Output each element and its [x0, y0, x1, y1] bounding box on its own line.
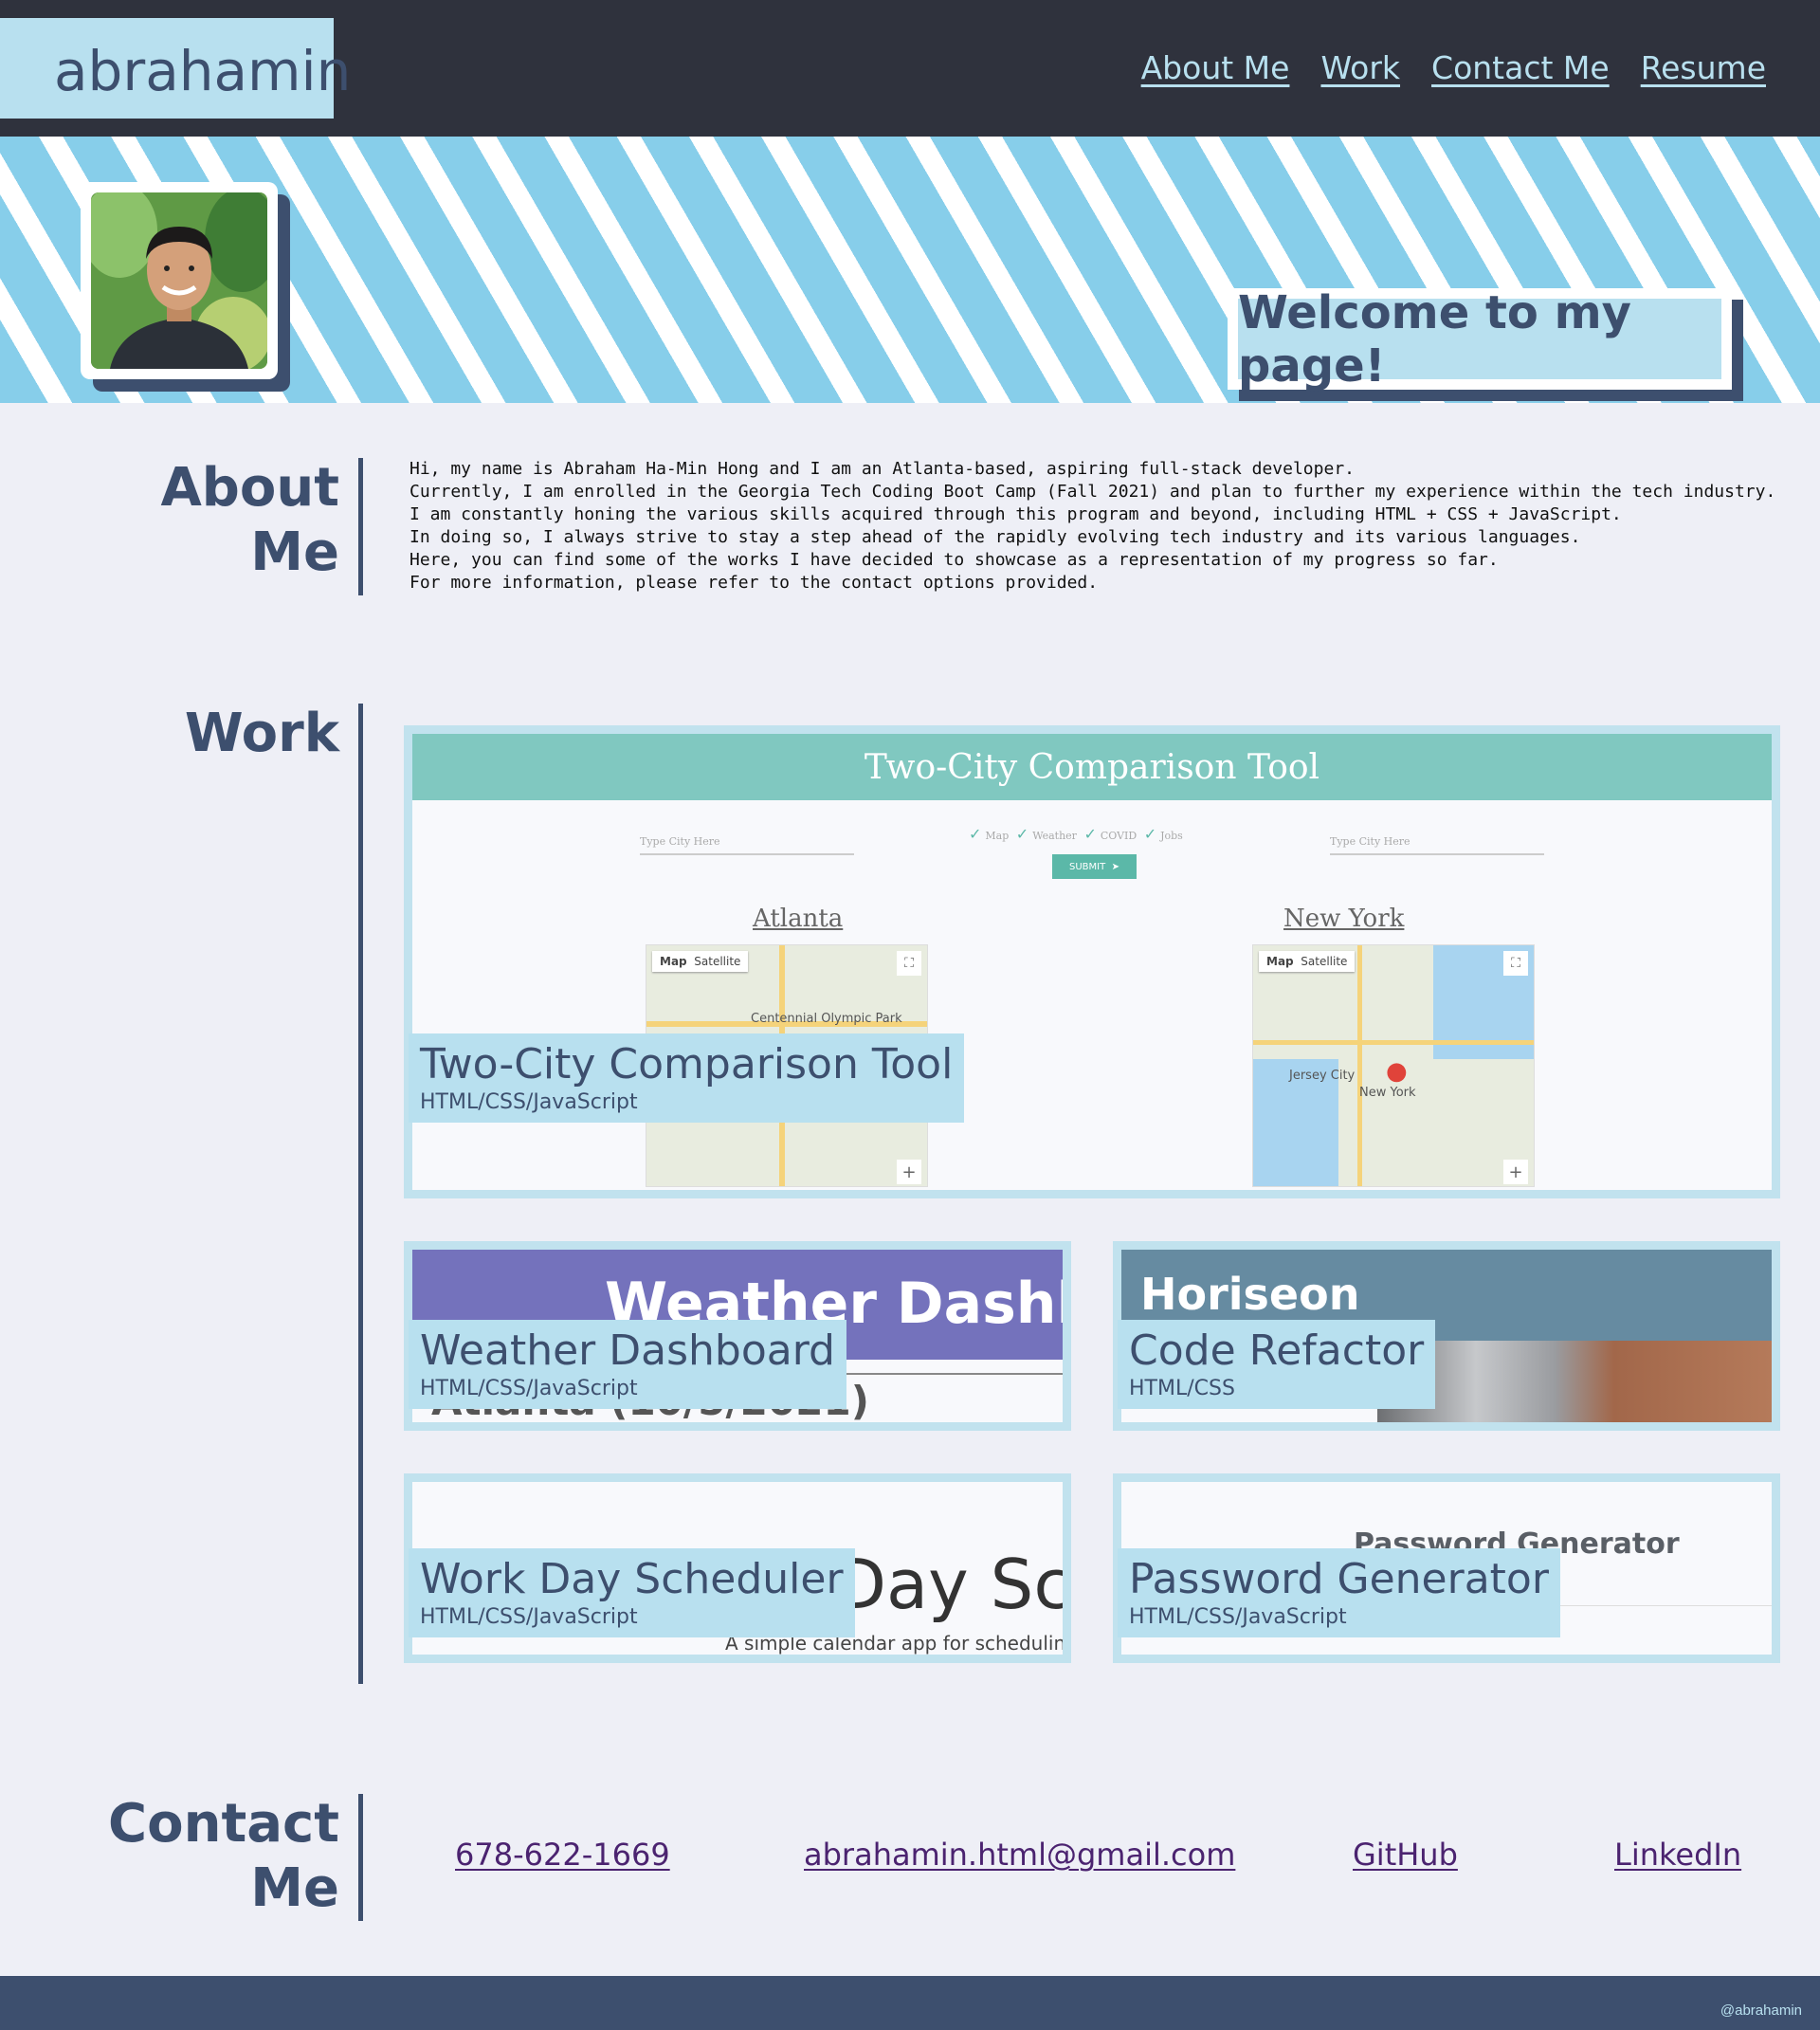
avatar — [91, 192, 267, 369]
contact-divider — [358, 1794, 363, 1921]
welcome-frame: Welcome to my page! — [1228, 286, 1732, 393]
project-card-code-refactor[interactable]: Horiseon Code Refactor HTML/CSS — [1113, 1241, 1780, 1431]
preview-city-right: New York — [1283, 905, 1405, 933]
profile-photo — [91, 192, 267, 369]
project-tech: HTML/CSS/JavaScript — [420, 1090, 638, 1114]
preview-checks: ✓ Map ✓ Weather ✓ COVID ✓ Jobs — [965, 825, 1183, 843]
check-label: Map — [985, 830, 1010, 842]
nav-links: About Me Work Contact Me Resume — [1141, 49, 1766, 86]
about-line: I am constantly honing the various skill… — [410, 504, 1622, 524]
nav-link-resume[interactable]: Resume — [1641, 49, 1766, 86]
logo-box[interactable]: abrahamin — [0, 18, 351, 119]
preview-header-text: Horiseon — [1140, 1269, 1360, 1320]
contact-email-link[interactable]: abrahamin.html@gmail.com — [804, 1837, 1235, 1873]
project-card-password[interactable]: Password Generator Password Generator HT… — [1113, 1473, 1780, 1663]
preview-submit-label: SUBMIT — [1069, 861, 1106, 872]
work-heading: Work — [184, 703, 339, 764]
send-icon: ➤ — [1111, 861, 1119, 872]
zoom-in-icon: + — [1503, 1160, 1528, 1184]
check-label: Jobs — [1160, 830, 1183, 842]
preview-image — [1377, 1341, 1772, 1422]
contact-github-link[interactable]: GitHub — [1353, 1837, 1458, 1873]
preview-header: Two-City Comparison Tool — [412, 734, 1772, 800]
project-label: Work Day Scheduler HTML/CSS/JavaScript — [409, 1548, 855, 1637]
avatar-frame — [81, 182, 278, 379]
nav-link-work[interactable]: Work — [1320, 49, 1400, 86]
project-title[interactable]: Code Refactor — [1129, 1326, 1424, 1377]
contact-heading: Contact Me — [108, 1792, 339, 1921]
project-title[interactable]: Work Day Scheduler — [420, 1554, 844, 1605]
project-label: Password Generator HTML/CSS/JavaScript — [1118, 1548, 1560, 1637]
fullscreen-icon: ⛶ — [897, 951, 921, 976]
zoom-in-icon: + — [897, 1160, 921, 1184]
preview-header-text: Two-City Comparison Tool — [864, 747, 1320, 787]
preview-city-input: Type City Here — [1330, 835, 1544, 855]
about-line: For more information, please refer to th… — [410, 573, 1099, 593]
about-heading-line1: About — [160, 457, 339, 519]
fullscreen-icon: ⛶ — [1503, 951, 1528, 976]
map-label: New York — [1359, 1086, 1416, 1100]
map-label: Centennial Olympic Park — [751, 1012, 902, 1026]
top-nav: abrahamin About Me Work Contact Me Resum… — [0, 0, 1820, 137]
project-title[interactable]: Weather Dashboard — [420, 1326, 835, 1377]
contact-heading-line1: Contact — [108, 1793, 339, 1855]
map-toggle: Map Satellite — [1259, 951, 1356, 972]
welcome-banner: Welcome to my page! — [1238, 286, 1721, 393]
project-card-scheduler[interactable]: k Day Sch A simple calendar app for sche… — [404, 1473, 1071, 1663]
about-heading: About Me — [160, 456, 339, 585]
check-label: Weather — [1032, 830, 1077, 842]
about-line: Hi, my name is Abraham Ha-Min Hong and I… — [410, 459, 1355, 479]
site-logo[interactable]: abrahamin — [54, 39, 351, 103]
nav-link-about[interactable]: About Me — [1141, 49, 1290, 86]
project-tech: HTML/CSS/JavaScript — [1129, 1605, 1347, 1629]
project-title[interactable]: Two-City Comparison Tool — [420, 1039, 953, 1090]
footer: @abrahamin — [0, 1976, 1820, 2030]
project-label: Two-City Comparison Tool HTML/CSS/JavaSc… — [409, 1033, 965, 1123]
about-line: Here, you can find some of the works I h… — [410, 550, 1499, 570]
about-line: Currently, I am enrolled in the Georgia … — [410, 482, 1776, 502]
check-icon: ✓ — [1143, 825, 1157, 843]
work-divider — [358, 704, 363, 1684]
map-toggle: Map Satellite — [652, 951, 749, 972]
project-label: Weather Dashboard HTML/CSS/JavaScript — [409, 1320, 846, 1409]
contact-phone-link[interactable]: 678-622-1669 — [455, 1837, 670, 1873]
footer-handle: @abrahamin — [1720, 2003, 1802, 2019]
check-icon: ✓ — [1083, 825, 1097, 843]
check-icon: ✓ — [1015, 825, 1029, 843]
contact-heading-line2: Me — [250, 1857, 339, 1919]
project-card-two-city[interactable]: Two-City Comparison Tool Type City Here … — [404, 725, 1780, 1198]
about-line: In doing so, I always strive to stay a s… — [410, 527, 1581, 547]
about-text: Hi, my name is Abraham Ha-Min Hong and I… — [410, 458, 1775, 594]
about-heading-line2: Me — [250, 521, 339, 583]
project-tech: HTML/CSS/JavaScript — [420, 1377, 638, 1400]
about-divider — [358, 458, 363, 595]
map-pin-icon: ● — [1386, 1057, 1408, 1086]
contact-linkedin-link[interactable]: LinkedIn — [1614, 1837, 1741, 1873]
project-tech: HTML/CSS — [1129, 1377, 1235, 1400]
project-label: Code Refactor HTML/CSS — [1118, 1320, 1436, 1409]
preview-city-input: Type City Here — [640, 835, 854, 855]
check-label: COVID — [1100, 830, 1138, 842]
hero-banner: Welcome to my page! — [0, 137, 1820, 403]
preview-city-left: Atlanta — [753, 905, 844, 933]
map-label: Jersey City — [1289, 1069, 1356, 1083]
project-card-weather[interactable]: Weather Dashboard Atlanta (10/5/2021) We… — [404, 1241, 1071, 1431]
preview-map-right: Map Satellite ⛶ Jersey City New York ● + — [1252, 944, 1535, 1187]
welcome-text: Welcome to my page! — [1238, 285, 1631, 393]
nav-link-contact[interactable]: Contact Me — [1431, 49, 1610, 86]
project-tech: HTML/CSS/JavaScript — [420, 1605, 638, 1629]
project-title[interactable]: Password Generator — [1129, 1554, 1549, 1605]
preview-submit: SUBMIT ➤ — [1052, 854, 1137, 879]
check-icon: ✓ — [969, 825, 982, 843]
